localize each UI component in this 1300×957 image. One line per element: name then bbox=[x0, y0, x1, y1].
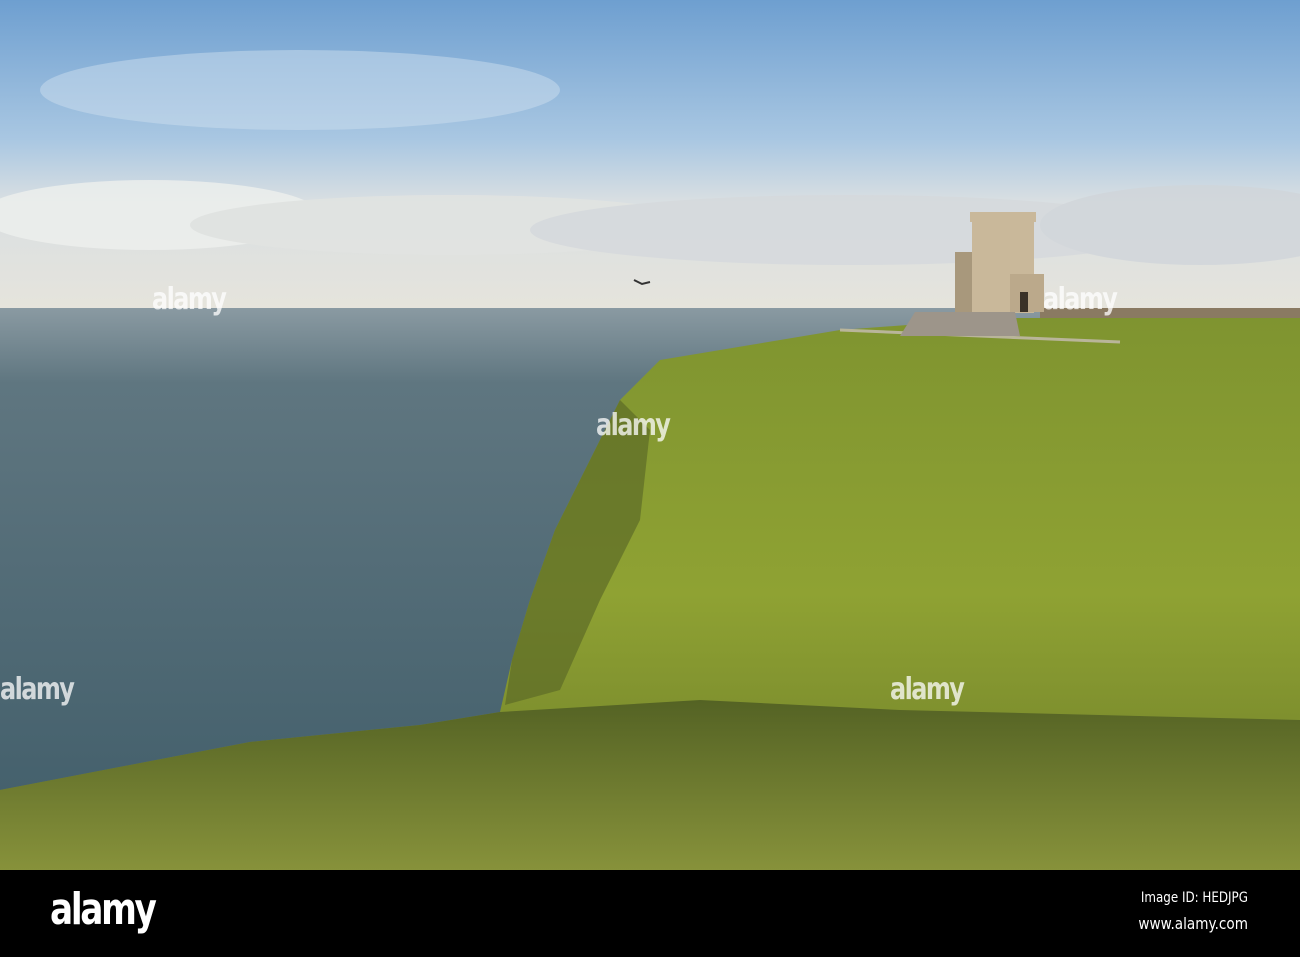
watermark: alamy bbox=[0, 672, 75, 707]
watermark: alamy bbox=[890, 672, 965, 707]
sky bbox=[0, 0, 1300, 310]
alamy-logo[interactable]: alamy bbox=[50, 884, 157, 935]
website-link[interactable]: www.alamy.com bbox=[1138, 914, 1248, 933]
footer-bar: alamy Image ID: HEDJPG www.alamy.com bbox=[0, 870, 1300, 957]
watermark: alamy bbox=[1043, 282, 1118, 317]
stock-photo: alamy alamy alamy alamy alamy alamy Imag… bbox=[0, 0, 1300, 957]
watermark: alamy bbox=[596, 408, 671, 443]
image-id: Image ID: HEDJPG bbox=[1140, 890, 1248, 906]
watermark: alamy bbox=[152, 282, 227, 317]
